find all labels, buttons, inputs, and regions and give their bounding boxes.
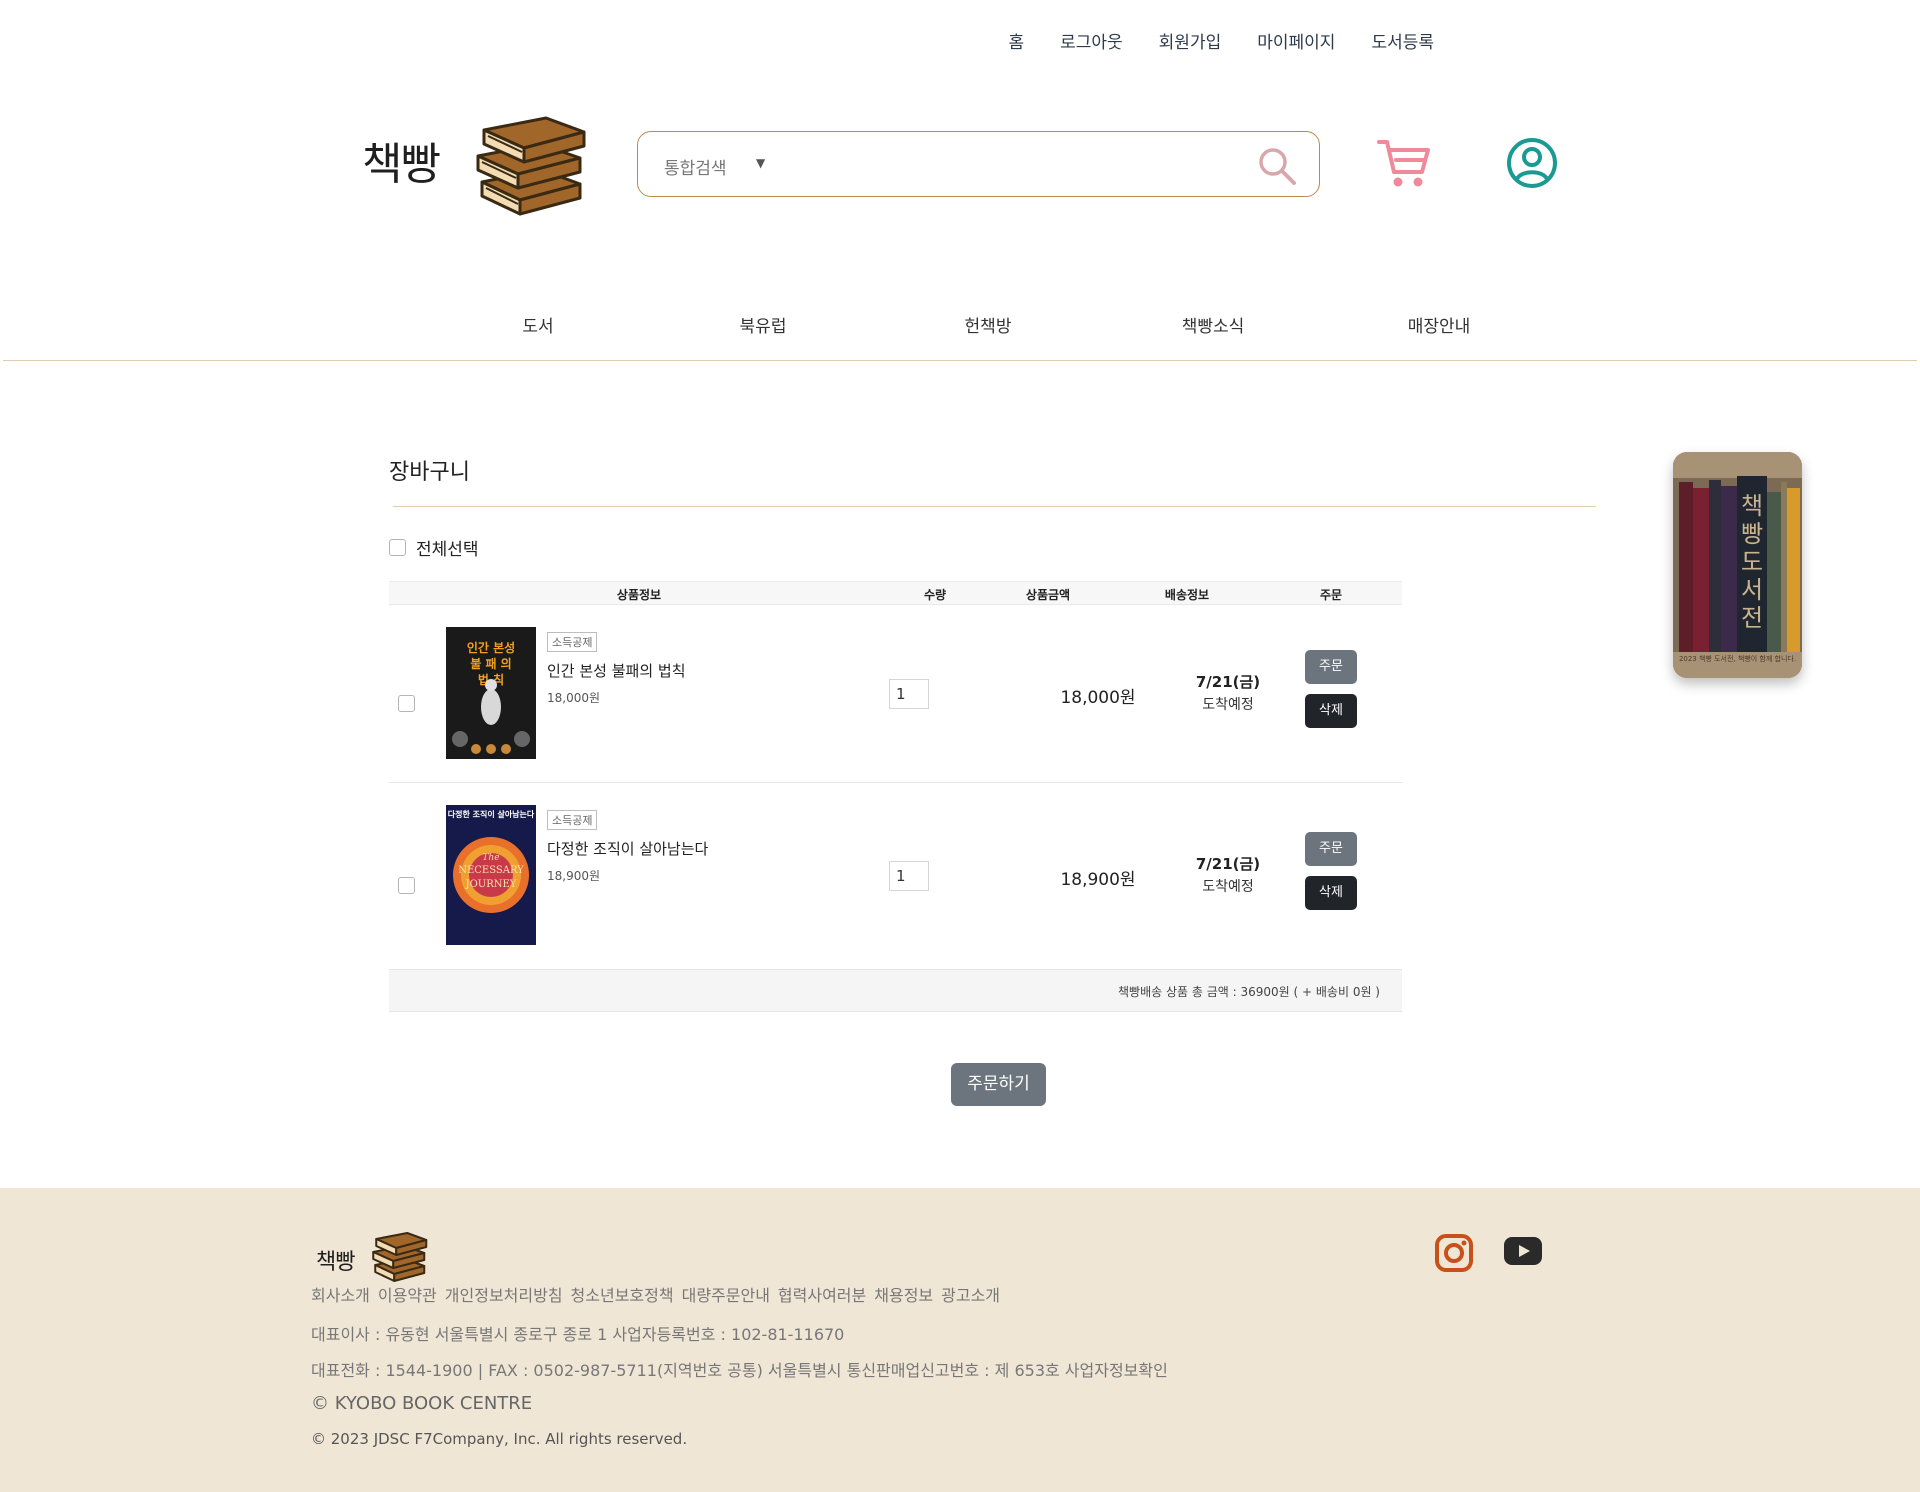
delete-button[interactable]: 삭제 [1305, 694, 1357, 728]
select-all: 전체선택 [389, 535, 479, 560]
search-bar: 통합검색 ▼ [637, 131, 1320, 197]
cart-icon[interactable] [1376, 136, 1432, 192]
youtube-icon[interactable] [1503, 1236, 1543, 1266]
item-amount: 18,000원 [1060, 688, 1136, 708]
column-header-quantity: 수량 [923, 588, 947, 602]
column-header-order: 주문 [1319, 588, 1343, 602]
title-divider [393, 506, 1596, 507]
search-scope-select[interactable]: 통합검색 [664, 154, 727, 179]
ship-note: 도착예정 [1202, 879, 1254, 895]
cover-title: JOURNEY [465, 879, 517, 890]
logo-text: 책빵 [362, 139, 441, 190]
column-header-shipping: 배송정보 [1164, 588, 1210, 602]
checkout-button[interactable]: 주문하기 [951, 1063, 1046, 1106]
book-title[interactable]: 다정한 조직이 살아남는다 [547, 838, 708, 859]
table-row: 인간 본성 불 패 의 법 칙 소득공제 인간 본성 불패의 법칙 18,000… [389, 605, 1402, 783]
footer-link-ads[interactable]: 광고소개 [941, 1282, 1000, 1306]
select-all-label: 전체선택 [416, 540, 479, 560]
footer-link-youth[interactable]: 청소년보호정책 [571, 1282, 674, 1306]
nav-item-news[interactable]: 책빵소식 [1182, 312, 1245, 337]
site-logo[interactable]: 책빵 [362, 112, 587, 222]
side-banner-book-fair[interactable]: 책빵도서전 2023 책빵 도서전, 책빵이 함께 합니다. [1673, 452, 1802, 678]
footer-links: 회사소개 이용약관 개인정보처리방침 청소년보호정책 대량주문안내 협력사여러분… [311, 1282, 1000, 1306]
top-utility-nav: 홈 로그아웃 회원가입 마이페이지 도서등록 [1008, 28, 1434, 53]
order-button[interactable]: 주문 [1305, 832, 1357, 866]
nav-item-store-info[interactable]: 매장안내 [1408, 312, 1471, 337]
quantity-input[interactable]: 1 [889, 861, 929, 891]
footer-link-bulk-order[interactable]: 대량주문안내 [682, 1282, 770, 1306]
tax-deduction-badge: 소득공제 [547, 810, 598, 830]
instagram-icon[interactable] [1434, 1233, 1474, 1273]
footer-logo[interactable]: 책빵 [316, 1230, 436, 1288]
page-title: 장바구니 [389, 460, 470, 485]
footer-link-careers[interactable]: 채용정보 [874, 1282, 933, 1306]
column-header-amount: 상품금액 [1025, 588, 1071, 602]
book-cover[interactable]: 다정한 조직이 살아남는다 The NECESSARY JOURNEY [446, 805, 536, 945]
main-nav: 도서 북유럽 헌책방 책빵소식 매장안내 [0, 312, 1920, 342]
quantity-input[interactable]: 1 [889, 679, 929, 709]
row-checkbox[interactable] [398, 695, 415, 712]
nav-item-used-books[interactable]: 헌책방 [965, 312, 1012, 337]
top-link-book-register[interactable]: 도서등록 [1371, 28, 1434, 53]
footer-logo-text: 책빵 [316, 1250, 355, 1275]
select-all-checkbox[interactable] [389, 539, 406, 556]
book-cover[interactable]: 인간 본성 불 패 의 법 칙 [446, 627, 536, 759]
footer-link-partners[interactable]: 협력사여러분 [778, 1282, 866, 1306]
delete-button[interactable]: 삭제 [1305, 876, 1357, 910]
side-banner-caption: 2023 책빵 도서전, 책빵이 함께 합니다. [1678, 655, 1797, 663]
tax-deduction-badge: 소득공제 [547, 632, 598, 652]
cart-total-bar: 책빵배송 상품 총 금액 : 36900원 ( + 배송비 0원 ) [389, 969, 1402, 1012]
footer-link-terms[interactable]: 이용약관 [378, 1282, 437, 1306]
ship-date: 7/21(금) [1195, 673, 1261, 691]
footer-brand: © KYOBO BOOK CENTRE [311, 1393, 533, 1414]
top-link-signup[interactable]: 회원가입 [1159, 28, 1222, 53]
book-title[interactable]: 인간 본성 불패의 법칙 [547, 660, 686, 681]
books-stack-icon [372, 1232, 428, 1282]
ship-date: 7/21(금) [1195, 855, 1261, 873]
footer-link-privacy[interactable]: 개인정보처리방침 [445, 1282, 563, 1306]
company-info: 대표이사 : 유동현 서울특별시 종로구 종로 1 사업자등록번호 : 102-… [311, 1325, 845, 1344]
column-header-product: 상품정보 [616, 588, 662, 602]
order-button[interactable]: 주문 [1305, 650, 1357, 684]
side-banner-title: 책빵도서전 [1740, 492, 1764, 632]
ship-note: 도착예정 [1202, 697, 1254, 713]
cover-title: NECESSARY [458, 865, 524, 876]
table-row: 다정한 조직이 살아남는다 The NECESSARY JOURNEY 소득공제… [389, 783, 1402, 969]
nav-item-nordic[interactable]: 북유럽 [740, 312, 787, 337]
footer-link-company[interactable]: 회사소개 [311, 1282, 370, 1306]
books-stack-icon [476, 116, 586, 216]
nav-divider [3, 360, 1917, 361]
search-input[interactable] [788, 144, 1228, 184]
row-checkbox[interactable] [398, 877, 415, 894]
user-circle-icon[interactable] [1505, 136, 1559, 190]
copyright: © 2023 JDSC F7Company, Inc. All rights r… [311, 1430, 688, 1448]
caret-down-icon[interactable]: ▼ [756, 156, 765, 170]
contact-info: 대표전화 : 1544-1900 | FAX : 0502-987-5711(지… [311, 1361, 1168, 1380]
item-amount: 18,900원 [1060, 870, 1136, 890]
book-price: 18,900원 [547, 869, 601, 883]
cover-figure [452, 679, 530, 754]
top-link-home[interactable]: 홈 [1008, 28, 1024, 53]
cart-table-header: 상품정보 수량 상품금액 배송정보 주문 [389, 581, 1402, 605]
book-price: 18,000원 [547, 691, 601, 705]
top-link-logout[interactable]: 로그아웃 [1060, 28, 1123, 53]
search-icon[interactable] [1255, 144, 1299, 188]
cover-title: The [482, 853, 500, 863]
nav-item-books[interactable]: 도서 [522, 312, 553, 337]
footer: 책빵 회사소개 이용약관 개인정보처리방침 청소년보호정책 대량주문안내 협력사… [0, 1188, 1920, 1492]
cart-total-text: 책빵배송 상품 총 금액 : 36900원 ( + 배송비 0원 ) [1118, 985, 1380, 999]
top-link-mypage[interactable]: 마이페이지 [1257, 28, 1335, 53]
